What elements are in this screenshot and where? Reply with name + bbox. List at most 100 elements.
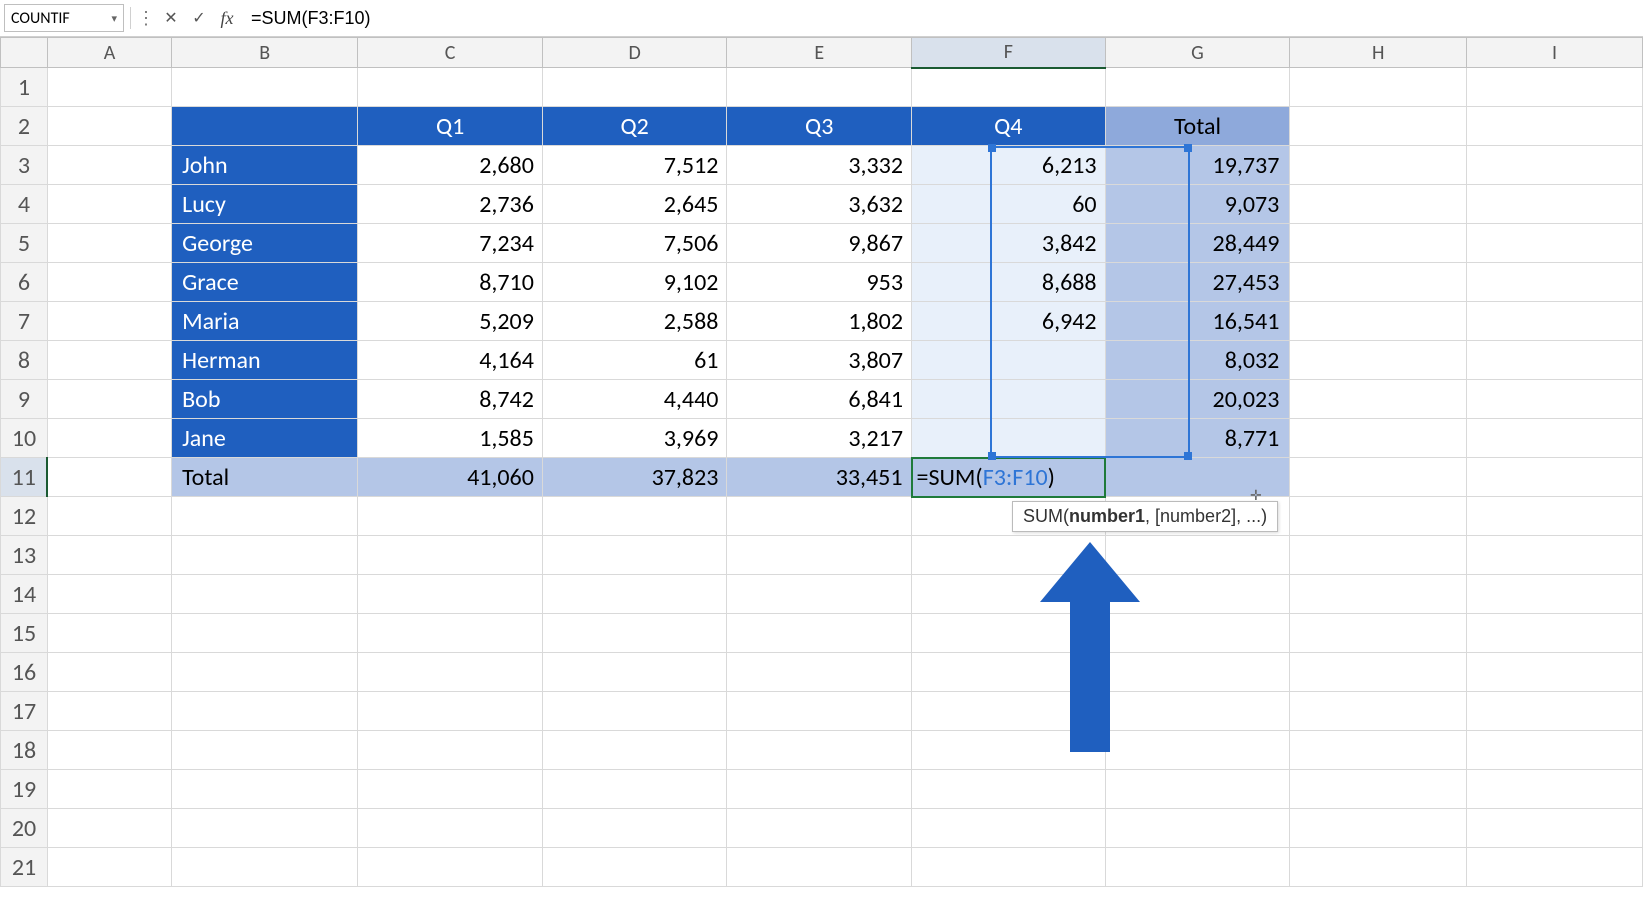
cell[interactable]: 8,710 bbox=[358, 263, 543, 302]
name-cell[interactable]: George bbox=[172, 224, 358, 263]
cell[interactable]: 4,164 bbox=[358, 341, 543, 380]
cell[interactable] bbox=[358, 653, 543, 692]
totals-q3[interactable]: 33,451 bbox=[727, 458, 912, 497]
name-box[interactable]: COUNTIF ▾ bbox=[4, 4, 124, 32]
cell[interactable]: 3,842 bbox=[912, 224, 1106, 263]
cell[interactable] bbox=[1467, 380, 1643, 419]
cell[interactable] bbox=[358, 692, 543, 731]
col-header-E[interactable]: E bbox=[727, 38, 912, 68]
cell[interactable] bbox=[1290, 419, 1467, 458]
row-header-12[interactable]: 12 bbox=[1, 497, 48, 536]
cell[interactable] bbox=[1290, 68, 1467, 107]
cell[interactable] bbox=[542, 575, 727, 614]
cell[interactable]: 2,645 bbox=[542, 185, 727, 224]
cell[interactable] bbox=[1290, 146, 1467, 185]
name-cell[interactable]: John bbox=[172, 146, 358, 185]
row-header-10[interactable]: 10 bbox=[1, 419, 48, 458]
cell[interactable] bbox=[1467, 419, 1643, 458]
cell[interactable] bbox=[542, 848, 727, 887]
cell[interactable] bbox=[47, 692, 171, 731]
cell[interactable] bbox=[1467, 692, 1643, 731]
cell[interactable] bbox=[47, 146, 171, 185]
cell[interactable] bbox=[542, 731, 727, 770]
cell[interactable] bbox=[912, 419, 1106, 458]
total-cell[interactable]: 8,032 bbox=[1105, 341, 1290, 380]
total-cell[interactable]: 27,453 bbox=[1105, 263, 1290, 302]
name-cell[interactable]: Bob bbox=[172, 380, 358, 419]
col-header-F[interactable]: F bbox=[912, 38, 1106, 68]
cell[interactable]: 2,736 bbox=[358, 185, 543, 224]
cell[interactable]: 7,234 bbox=[358, 224, 543, 263]
col-header-D[interactable]: D bbox=[542, 38, 727, 68]
cell[interactable] bbox=[912, 809, 1106, 848]
row-header-19[interactable]: 19 bbox=[1, 770, 48, 809]
cell[interactable]: 8,688 bbox=[912, 263, 1106, 302]
cell[interactable] bbox=[1467, 731, 1643, 770]
cell[interactable] bbox=[47, 809, 171, 848]
cell[interactable] bbox=[1467, 107, 1643, 146]
cell[interactable] bbox=[47, 458, 171, 497]
total-cell[interactable]: 19,737 bbox=[1105, 146, 1290, 185]
totals-label[interactable]: Total bbox=[172, 458, 358, 497]
cell[interactable] bbox=[727, 536, 912, 575]
cell[interactable] bbox=[542, 809, 727, 848]
cell[interactable] bbox=[47, 263, 171, 302]
cell[interactable] bbox=[1105, 809, 1290, 848]
cell[interactable] bbox=[1467, 146, 1643, 185]
cell[interactable]: 3,632 bbox=[727, 185, 912, 224]
totals-q2[interactable]: 37,823 bbox=[542, 458, 727, 497]
cell[interactable]: 3,217 bbox=[727, 419, 912, 458]
cell[interactable] bbox=[1467, 68, 1643, 107]
row-header-1[interactable]: 1 bbox=[1, 68, 48, 107]
cell[interactable] bbox=[542, 68, 727, 107]
cell[interactable] bbox=[912, 341, 1106, 380]
row-header-11[interactable]: 11 bbox=[1, 458, 48, 497]
cell[interactable]: 7,512 bbox=[542, 146, 727, 185]
cell[interactable] bbox=[1467, 575, 1643, 614]
cell[interactable] bbox=[1290, 731, 1467, 770]
cell[interactable] bbox=[1290, 263, 1467, 302]
cell[interactable] bbox=[1290, 380, 1467, 419]
cell[interactable]: 9,102 bbox=[542, 263, 727, 302]
cell[interactable] bbox=[358, 848, 543, 887]
cell[interactable] bbox=[172, 770, 358, 809]
insert-function-button[interactable]: fx bbox=[215, 6, 239, 30]
cell[interactable] bbox=[727, 848, 912, 887]
row-header-2[interactable]: 2 bbox=[1, 107, 48, 146]
cell[interactable] bbox=[47, 302, 171, 341]
cell[interactable] bbox=[1105, 68, 1290, 107]
cell[interactable]: 3,969 bbox=[542, 419, 727, 458]
header-q3[interactable]: Q3 bbox=[727, 107, 912, 146]
header-q4[interactable]: Q4 bbox=[912, 107, 1106, 146]
cancel-button[interactable]: ✕ bbox=[159, 6, 183, 30]
cell[interactable] bbox=[1467, 224, 1643, 263]
row-header-7[interactable]: 7 bbox=[1, 302, 48, 341]
cell[interactable]: 6,942 bbox=[912, 302, 1106, 341]
cell[interactable] bbox=[47, 107, 171, 146]
row-header-18[interactable]: 18 bbox=[1, 731, 48, 770]
cell[interactable] bbox=[727, 653, 912, 692]
cell[interactable] bbox=[1290, 848, 1467, 887]
cell[interactable] bbox=[47, 185, 171, 224]
cell[interactable] bbox=[47, 380, 171, 419]
cell[interactable] bbox=[727, 692, 912, 731]
cell[interactable] bbox=[727, 575, 912, 614]
cell[interactable] bbox=[1290, 614, 1467, 653]
name-cell[interactable]: Jane bbox=[172, 419, 358, 458]
cell[interactable] bbox=[1467, 614, 1643, 653]
cell[interactable] bbox=[727, 68, 912, 107]
cell[interactable] bbox=[542, 536, 727, 575]
cell[interactable] bbox=[1467, 497, 1643, 536]
cell[interactable] bbox=[1105, 770, 1290, 809]
active-cell-F11[interactable]: =SUM(F3:F10) bbox=[912, 458, 1106, 497]
row-header-16[interactable]: 16 bbox=[1, 653, 48, 692]
cell[interactable]: 6,841 bbox=[727, 380, 912, 419]
cell[interactable] bbox=[1467, 302, 1643, 341]
name-cell[interactable]: Lucy bbox=[172, 185, 358, 224]
row-header-15[interactable]: 15 bbox=[1, 614, 48, 653]
cell[interactable] bbox=[1467, 770, 1643, 809]
cell[interactable] bbox=[1290, 497, 1467, 536]
drag-handle-icon[interactable]: ⋮ bbox=[137, 7, 155, 29]
cell[interactable] bbox=[727, 809, 912, 848]
cell[interactable] bbox=[172, 731, 358, 770]
